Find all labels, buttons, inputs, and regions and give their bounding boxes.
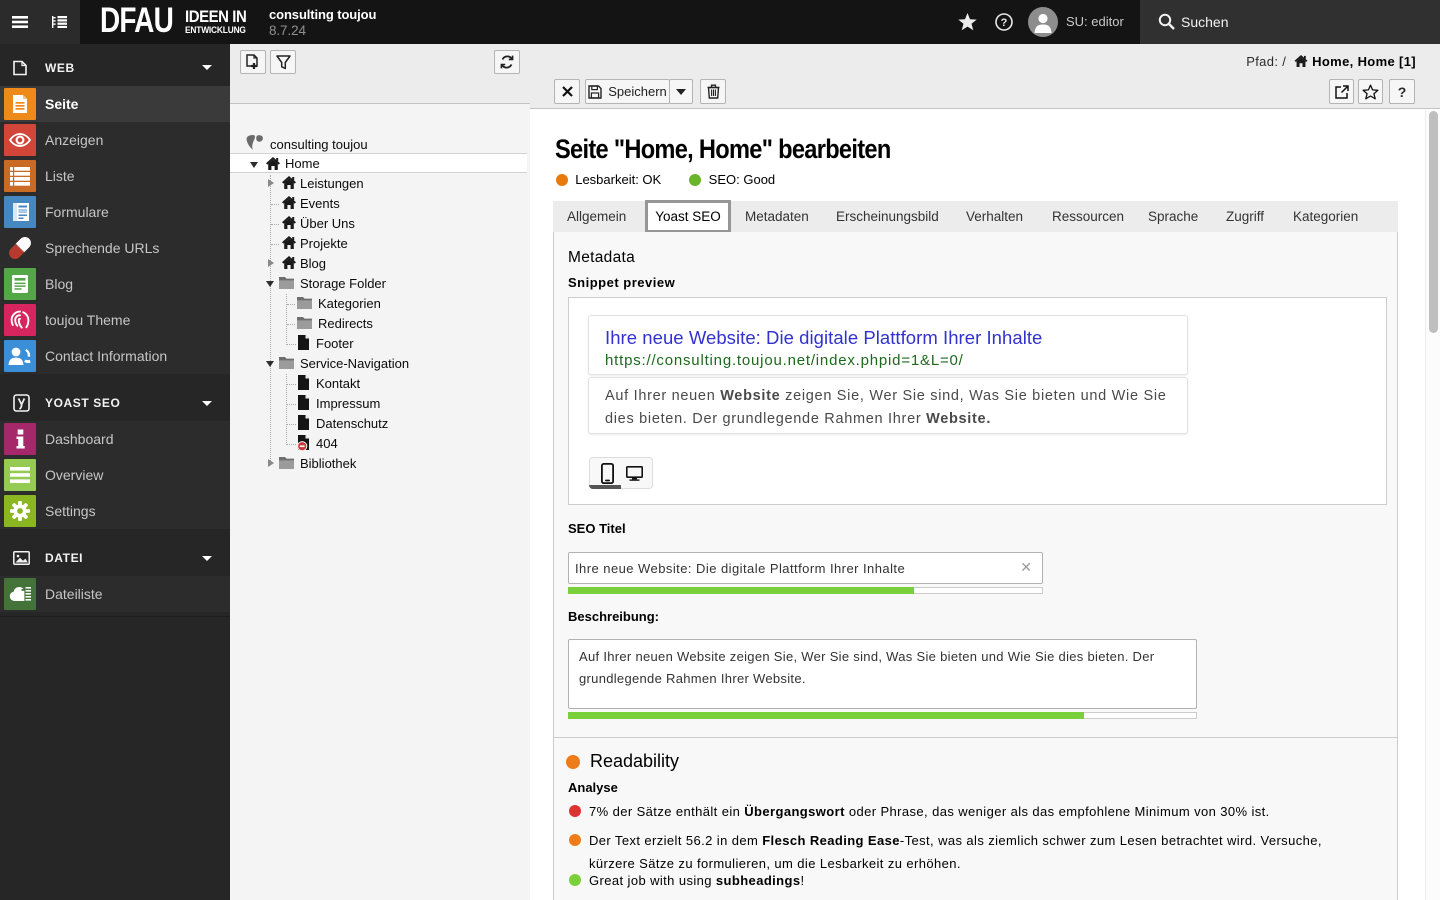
svg-text:?: ? <box>1001 17 1008 29</box>
